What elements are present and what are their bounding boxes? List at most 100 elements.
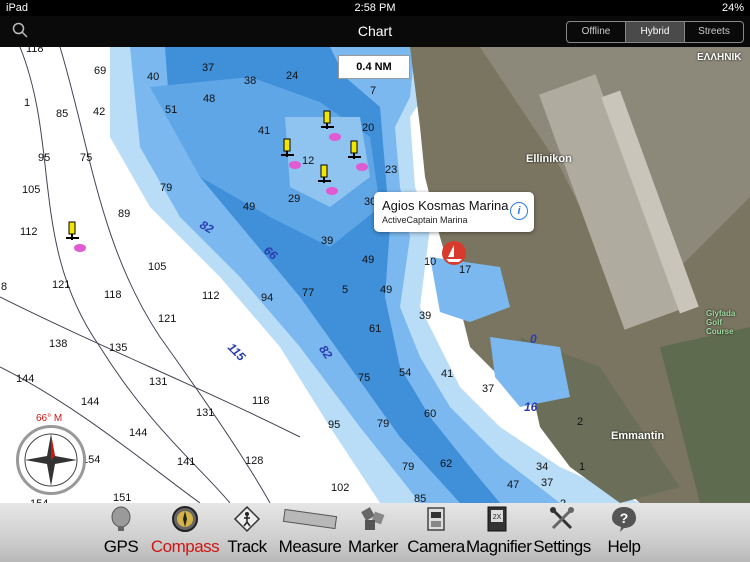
depth-sounding: 37 [541, 477, 554, 489]
place-label: ΕΛΛΗΝΙΚ [697, 52, 742, 63]
depth-sounding: 16 [524, 400, 538, 414]
depth-sounding: 34 [536, 461, 549, 473]
info-icon[interactable]: i [510, 202, 528, 220]
depth-sounding: 118 [104, 289, 122, 301]
svg-text:2X: 2X [493, 514, 502, 521]
depth-sounding: 105 [22, 184, 41, 196]
gps-label: GPS [103, 537, 139, 556]
depth-sounding: 138 [49, 338, 68, 350]
clock: 2:58 PM [354, 2, 396, 14]
marina-name: Agios Kosmas Marina [382, 198, 509, 213]
depth-sounding: 112 [20, 226, 38, 238]
magnifier-icon: 2X [487, 506, 507, 532]
satellite-dish-icon [111, 506, 131, 531]
map-mode-offline[interactable]: Offline [567, 22, 625, 42]
depth-sounding: 105 [148, 261, 167, 273]
map-mode-streets[interactable]: Streets [684, 22, 743, 42]
depth-sounding: 48 [203, 93, 216, 105]
track-button[interactable]: Track [224, 503, 270, 562]
depth-sounding: 144 [129, 427, 148, 439]
depth-sounding: 121 [158, 313, 177, 325]
depth-sounding: 49 [380, 284, 393, 296]
compass-label: Compass [150, 537, 220, 556]
compass-icon [172, 506, 198, 532]
depth-sounding: 38 [244, 75, 257, 87]
svg-text:?: ? [620, 510, 629, 526]
depth-sounding: 89 [118, 208, 131, 220]
settings-label: Settings [533, 537, 591, 556]
depth-sounding: 112 [202, 290, 220, 302]
depth-sounding: 69 [94, 65, 107, 77]
depth-sounding: 40 [147, 71, 160, 83]
marina-pin-icon[interactable] [440, 239, 468, 267]
place-label: Ellinikon [526, 153, 572, 165]
depth-sounding: 7 [370, 85, 377, 97]
track-label: Track [227, 537, 267, 556]
help-button[interactable]: ? Help [600, 503, 648, 562]
camera-icon [427, 507, 445, 531]
nautical-chart[interactable]: 118 69 40 37 38 24 51 48 85 42 41 20 95 … [0, 47, 750, 503]
magnifier-button[interactable]: 2X Magnifier [466, 503, 532, 562]
depth-sounding: 42 [93, 106, 106, 118]
marker-icon [361, 507, 385, 530]
depth-sounding: 94 [261, 292, 274, 304]
depth-sounding: 135 [109, 342, 128, 354]
help-icon: ? [612, 507, 636, 532]
depth-sounding: 20 [362, 122, 375, 134]
depth-sounding: 51 [165, 104, 178, 116]
buoy-marker-icon[interactable] [63, 220, 89, 254]
depth-sounding: 41 [258, 125, 271, 137]
marina-popup[interactable]: Agios Kosmas Marina ActiveCaptain Marina… [374, 192, 534, 232]
depth-sounding: 102 [331, 482, 350, 494]
place-label: Emmantin [611, 430, 665, 442]
settings-button[interactable]: Settings [530, 503, 594, 562]
magnifier-label: Magnifier [466, 537, 532, 556]
buoy-marker-icon[interactable] [345, 139, 371, 173]
depth-sounding: 5 [342, 284, 349, 296]
compass-rose-icon[interactable] [16, 425, 86, 495]
marina-type: ActiveCaptain Marina [382, 215, 468, 225]
heading-readout: 66° M [36, 413, 63, 424]
scale-bar: 0.4 NM [338, 55, 410, 79]
depth-sounding: 85 [414, 493, 427, 503]
depth-sounding: 39 [321, 235, 334, 247]
depth-sounding: 95 [38, 152, 51, 164]
depth-sounding: 79 [402, 461, 415, 473]
camera-button[interactable]: Camera [406, 503, 466, 562]
depth-sounding: 95 [328, 419, 341, 431]
depth-sounding: 49 [243, 201, 256, 213]
battery-level: 24% [721, 2, 744, 14]
depth-sounding: 79 [377, 418, 390, 430]
depth-sounding: 23 [385, 164, 398, 176]
gps-button[interactable]: GPS [95, 503, 147, 562]
depth-sounding: 49 [362, 254, 375, 266]
depth-sounding: 29 [288, 193, 301, 205]
map-mode-hybrid[interactable]: Hybrid [625, 22, 684, 42]
buoy-marker-icon[interactable] [318, 109, 344, 143]
depth-sounding: 75 [80, 152, 93, 164]
depth-sounding: 37 [482, 383, 495, 395]
buoy-marker-icon[interactable] [315, 163, 341, 197]
depth-sounding: 79 [160, 182, 173, 194]
depth-sounding: 144 [81, 396, 100, 408]
track-sign-icon [233, 505, 261, 533]
depth-sounding: 54 [399, 367, 412, 379]
depth-sounding: 47 [507, 479, 520, 491]
help-label: Help [607, 537, 641, 556]
depth-sounding: 61 [369, 323, 382, 335]
nav-bar: Chart Offline Hybrid Streets [0, 16, 750, 47]
marker-button[interactable]: Marker [346, 503, 400, 562]
measure-button[interactable]: Measure [276, 503, 344, 562]
measure-label: Measure [278, 537, 342, 556]
depth-sounding: 121 [52, 279, 71, 291]
depth-sounding: 118 [26, 47, 44, 55]
map-mode-segmented-control: Offline Hybrid Streets [566, 21, 744, 43]
compass-button[interactable]: Compass [150, 503, 220, 562]
depth-sounding: 39 [419, 310, 432, 322]
depth-sounding: 131 [196, 407, 215, 419]
depth-sounding: 37 [202, 62, 215, 74]
depth-sounding: 1 [579, 461, 586, 473]
depth-sounding: 10 [424, 256, 437, 268]
wrench-icon [550, 507, 574, 530]
buoy-marker-icon[interactable] [278, 137, 304, 171]
